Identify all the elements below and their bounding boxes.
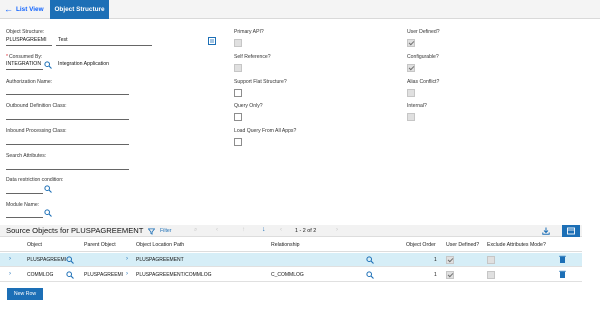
outbound-class-field[interactable] <box>6 119 129 120</box>
support-flat-label: Support Flat Structure? <box>234 79 287 85</box>
query-only-label: Query Only? <box>234 103 263 109</box>
row-user-defined-checkbox <box>446 271 454 279</box>
object-structure-underline <box>6 45 52 46</box>
query-only-checkbox[interactable] <box>234 113 242 121</box>
user-defined-label: User Defined? <box>407 29 440 35</box>
load-query-checkbox[interactable] <box>234 138 242 146</box>
search-table-icon: ⌕ <box>194 227 198 233</box>
row-user-defined-checkbox <box>446 256 454 264</box>
back-arrow-icon: ← <box>4 4 13 14</box>
next-page-icon[interactable]: ↓ <box>262 226 266 233</box>
primary-api-label: Primary API? <box>234 29 264 35</box>
consumed-by-label: *Consumed By: <box>6 54 42 60</box>
consumed-by-field[interactable]: INTEGRATION <box>6 61 41 67</box>
primary-api-checkbox <box>234 39 242 47</box>
module-name-label: Module Name: <box>6 202 40 208</box>
tab-list-view-label: List View <box>16 6 44 13</box>
authorization-name-field[interactable] <box>6 94 129 95</box>
table-title: Source Objects for PLUSPAGREEMENT <box>6 226 144 235</box>
expand-row-icon[interactable]: › <box>9 271 11 277</box>
configurable-checkbox <box>407 64 415 72</box>
path-expand-icon[interactable]: › <box>126 256 128 262</box>
row-object: PLUSPAGREEMI <box>27 257 67 263</box>
row-object-order: 1 <box>434 272 437 278</box>
column-user-defined[interactable]: User Defined? <box>446 242 479 248</box>
column-object[interactable]: Object <box>27 242 42 248</box>
download-icon[interactable] <box>542 227 550 235</box>
load-query-label: Load Query From All Apps? <box>234 128 297 134</box>
alias-conflict-label: Alias Conflict? <box>407 79 440 85</box>
row-object-search-icon[interactable] <box>66 256 74 264</box>
description-underline <box>56 45 152 46</box>
row-relationship-search-icon[interactable] <box>366 256 374 264</box>
consumed-by-search-icon[interactable] <box>44 61 52 69</box>
configurable-label: Configurable? <box>407 54 439 60</box>
column-parent-object[interactable]: Parent Object <box>84 242 116 248</box>
internal-label: Internal? <box>407 103 427 109</box>
long-description-icon[interactable] <box>208 37 216 45</box>
search-attributes-field[interactable] <box>6 169 129 170</box>
tab-list-view[interactable]: ← List View <box>0 0 50 19</box>
consumed-by-underline <box>6 69 43 70</box>
authorization-name-label: Authorization Name: <box>6 79 53 85</box>
row-relationship-search-icon[interactable] <box>366 271 374 279</box>
first-page-icon: ↑ <box>242 227 245 233</box>
column-relationship[interactable]: Relationship <box>271 242 300 248</box>
row-exclude-checkbox <box>487 256 495 264</box>
delete-row-icon[interactable] <box>559 255 566 263</box>
outbound-class-label: Outbound Definition Class: <box>6 103 67 109</box>
object-structure-field[interactable]: PLUSPAGREEMI <box>6 37 47 43</box>
data-restriction-field[interactable] <box>6 193 43 194</box>
data-restriction-search-icon[interactable] <box>44 185 52 193</box>
self-reference-checkbox <box>234 64 242 72</box>
object-structure-description[interactable]: Test <box>58 37 68 43</box>
row-exclude-checkbox <box>487 271 495 279</box>
object-structure-label: Object Structure: <box>6 29 45 35</box>
row-object-order: 1 <box>434 257 437 263</box>
column-exclude-attributes[interactable]: Exclude Attributes Mode? <box>487 242 546 248</box>
self-reference-label: Self Reference? <box>234 54 271 60</box>
user-defined-checkbox <box>407 39 415 47</box>
tab-object-structure[interactable]: Object Structure <box>50 0 109 19</box>
pagination-text: 1 - 2 of 2 <box>295 228 317 234</box>
row-object: COMMLOG <box>27 272 54 278</box>
search-attributes-label: Search Attributes: <box>6 153 47 159</box>
consumed-by-label-text: Consumed By: <box>8 54 43 60</box>
inbound-class-field[interactable] <box>6 144 129 145</box>
next-arrow-icon: › <box>336 227 338 233</box>
row-object-search-icon[interactable] <box>66 271 74 279</box>
data-restriction-label: Data restriction condition: <box>6 177 64 183</box>
filter-button[interactable]: Filter <box>160 228 172 234</box>
module-name-search-icon[interactable] <box>44 209 52 217</box>
prev-page-icon: ‹ <box>280 227 282 233</box>
row-location-path: PLUSPAGREEMENT <box>136 257 184 263</box>
table-view-icon <box>567 227 575 235</box>
support-flat-checkbox[interactable] <box>234 89 242 97</box>
row-parent-object: PLUSPAGREEMI <box>84 272 124 278</box>
row-relationship: C_COMMLOG <box>271 272 304 278</box>
column-object-order[interactable]: Object Order <box>406 242 436 248</box>
delete-row-icon[interactable] <box>559 270 566 278</box>
inbound-class-label: Inbound Processing Class: <box>6 128 67 134</box>
path-expand-icon[interactable]: › <box>126 271 128 277</box>
row-location-path: PLUSPAGREEMENT/COMMLOG <box>136 272 212 278</box>
column-location-path[interactable]: Object Location Path <box>136 242 184 248</box>
module-name-field[interactable] <box>6 217 43 218</box>
previous-icon: ‹ <box>216 227 218 233</box>
internal-checkbox <box>407 113 415 121</box>
required-marker: * <box>6 54 8 60</box>
expand-row-icon[interactable]: › <box>9 256 11 262</box>
alias-conflict-checkbox <box>407 89 415 97</box>
filter-icon[interactable] <box>148 228 155 235</box>
new-row-button[interactable]: New Row <box>7 288 43 300</box>
consumed-by-description: Integration Application <box>58 61 110 67</box>
